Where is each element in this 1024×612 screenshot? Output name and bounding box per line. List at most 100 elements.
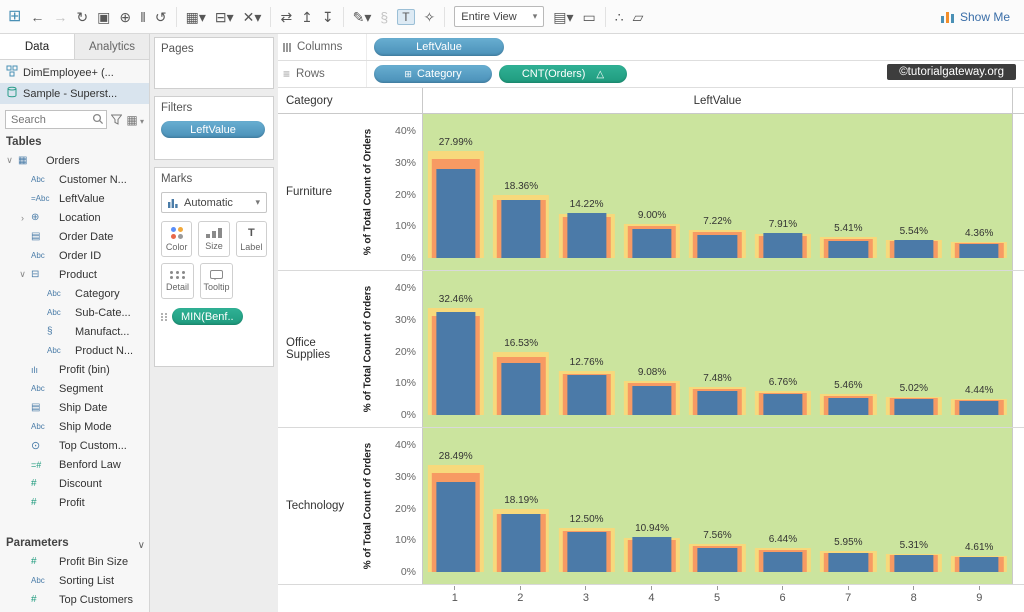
redo-icon[interactable]: ↻: [76, 10, 88, 24]
bar-furniture-digit-7[interactable]: [828, 240, 868, 258]
highlight-icon[interactable]: ✎▾: [353, 10, 372, 24]
filter-pill-leftvalue[interactable]: LeftValue: [161, 121, 265, 138]
bar-office-supplies-digit-6[interactable]: [763, 393, 803, 415]
tableau-logo-icon[interactable]: ⊞: [8, 8, 21, 25]
bar-office-supplies-digit-1[interactable]: [436, 311, 476, 415]
duplicate-sheet-icon[interactable]: ⊟▾: [215, 10, 234, 24]
tooltip-mode-icon[interactable]: ▱: [633, 10, 644, 24]
share-workbook-icon[interactable]: ∴: [615, 10, 624, 24]
bar-office-supplies-digit-5[interactable]: [697, 391, 738, 415]
pause-updates-icon[interactable]: ‖: [140, 10, 146, 24]
detail-button[interactable]: Detail: [161, 263, 194, 299]
bar-technology-digit-6[interactable]: [763, 551, 803, 572]
bar-furniture-digit-3[interactable]: [566, 212, 607, 258]
field-orders[interactable]: ∨ ▦ Orders: [0, 151, 149, 170]
back-arrow-icon[interactable]: ←: [30, 10, 44, 24]
field-profit-bin-size[interactable]: # Profit Bin Size: [0, 552, 149, 571]
rows-pill-cnt-orders[interactable]: CNT(Orders) △: [499, 65, 627, 83]
pages-card[interactable]: Pages: [154, 37, 274, 89]
datasource-sample-superst[interactable]: Sample - Superst...: [0, 83, 149, 104]
bar-office-supplies-digit-9[interactable]: [959, 400, 999, 415]
field-profit[interactable]: # Profit: [0, 493, 149, 512]
group-members-icon[interactable]: §: [380, 10, 388, 24]
save-icon[interactable]: ▣: [97, 10, 110, 24]
bar-furniture-digit-5[interactable]: [697, 235, 738, 258]
new-worksheet-icon[interactable]: ▦▾: [186, 10, 206, 24]
datasource-dimemployee[interactable]: DimEmployee+ (...: [0, 62, 149, 83]
fix-axes-icon[interactable]: ✧: [424, 10, 436, 24]
expander-down-icon[interactable]: ∨: [5, 155, 14, 166]
expander-down-icon[interactable]: ∨: [18, 269, 27, 280]
bar-technology-digit-5[interactable]: [697, 548, 738, 572]
field-ship-mode[interactable]: Abc Ship Mode: [0, 417, 149, 436]
bar-technology-digit-1[interactable]: [436, 481, 476, 572]
add-datasource-icon[interactable]: ⊕: [119, 10, 131, 24]
field-sub-cate[interactable]: Abc Sub-Cate...: [0, 303, 149, 322]
field-ship-date[interactable]: ▤ Ship Date: [0, 398, 149, 417]
bar-technology-digit-9[interactable]: [959, 557, 999, 572]
field-segment[interactable]: Abc Segment: [0, 379, 149, 398]
bar-technology-digit-4[interactable]: [632, 537, 672, 572]
size-button[interactable]: Size: [198, 221, 230, 257]
marks-pill-min-benford[interactable]: MIN(Benf..: [172, 308, 243, 325]
field-sorting-list[interactable]: Abc Sorting List: [0, 571, 149, 590]
columns-shelf[interactable]: Columns LeftValue: [278, 34, 1024, 61]
bar-technology-digit-3[interactable]: [566, 532, 607, 572]
field-category[interactable]: Abc Category: [0, 284, 149, 303]
bar-furniture-digit-2[interactable]: [501, 199, 541, 258]
bar-office-supplies-digit-8[interactable]: [894, 399, 934, 415]
columns-pill-leftvalue[interactable]: LeftValue: [374, 38, 504, 56]
bar-furniture-digit-9[interactable]: [959, 244, 999, 258]
bar-technology-digit-7[interactable]: [828, 553, 868, 572]
bar-office-supplies-digit-2[interactable]: [501, 362, 541, 415]
x-axis-label-5: 5: [684, 585, 750, 612]
bar-furniture-digit-6[interactable]: [763, 232, 803, 258]
expander-right-icon[interactable]: ›: [18, 213, 27, 223]
bar-technology-digit-8[interactable]: [894, 555, 934, 572]
field-location[interactable]: › ⊕ Location: [0, 208, 149, 227]
field-order-id[interactable]: Abc Order ID: [0, 246, 149, 265]
field-manufact[interactable]: § Manufact...: [0, 322, 149, 341]
forward-arrow-icon[interactable]: →: [53, 10, 67, 24]
fit-selector[interactable]: Entire View ▾: [454, 6, 545, 27]
color-button[interactable]: Color: [161, 221, 193, 257]
rows-shelf[interactable]: ≡ Rows ⊞ Category CNT(Orders) △ ©tutoria…: [278, 61, 1024, 88]
refresh-data-icon[interactable]: ↺: [155, 10, 167, 24]
label-button[interactable]: T Label: [235, 221, 267, 257]
rows-pill-category[interactable]: ⊞ Category: [374, 65, 492, 83]
swap-rows-columns-icon[interactable]: ⇄: [280, 10, 292, 24]
bar-furniture-digit-1[interactable]: [436, 169, 476, 258]
bar-furniture-digit-8[interactable]: [894, 240, 934, 258]
show-me-button[interactable]: Show Me: [935, 8, 1016, 26]
mark-type-dropdown[interactable]: Automatic ▾: [161, 192, 267, 213]
filters-card[interactable]: Filters LeftValue: [154, 96, 274, 160]
watermark: ©tutorialgateway.org: [887, 64, 1016, 80]
tooltip-button[interactable]: Tooltip: [200, 263, 233, 299]
bar-office-supplies-digit-7[interactable]: [828, 397, 868, 415]
show-hide-cards-icon[interactable]: ▤▾: [553, 10, 573, 24]
field-order-date[interactable]: ▤ Order Date: [0, 227, 149, 246]
view-as-grid-icon[interactable]: ▦ ▾: [126, 113, 144, 127]
bar-office-supplies-digit-4[interactable]: [632, 386, 672, 415]
field-top-custom[interactable]: ⊙ Top Custom...: [0, 436, 149, 455]
tab-analytics[interactable]: Analytics: [75, 34, 149, 59]
sort-ascending-icon[interactable]: ↥: [301, 10, 313, 24]
sort-descending-icon[interactable]: ↧: [322, 10, 334, 24]
field-leftvalue[interactable]: =Abc LeftValue: [0, 189, 149, 208]
field-benford-law[interactable]: =# Benford Law: [0, 455, 149, 474]
filter-funnel-icon[interactable]: [111, 114, 123, 125]
field-top-customers[interactable]: # Top Customers: [0, 590, 149, 609]
field-profit-bin[interactable]: ılı Profit (bin): [0, 360, 149, 379]
scroll-down-chevron-icon[interactable]: ∨: [138, 540, 145, 551]
field-product-n[interactable]: Abc Product N...: [0, 341, 149, 360]
bar-office-supplies-digit-3[interactable]: [566, 374, 607, 415]
field-product[interactable]: ∨ ⊟ Product: [0, 265, 149, 284]
show-mark-labels-icon[interactable]: T: [397, 8, 415, 25]
tab-data[interactable]: Data: [0, 34, 75, 59]
field-customer-n[interactable]: Abc Customer N...: [0, 170, 149, 189]
field-discount[interactable]: # Discount: [0, 474, 149, 493]
bar-furniture-digit-4[interactable]: [632, 229, 672, 258]
bar-technology-digit-2[interactable]: [501, 514, 541, 572]
presentation-mode-icon[interactable]: ▭: [583, 10, 596, 24]
clear-sheet-icon[interactable]: ✕▾: [243, 10, 262, 24]
